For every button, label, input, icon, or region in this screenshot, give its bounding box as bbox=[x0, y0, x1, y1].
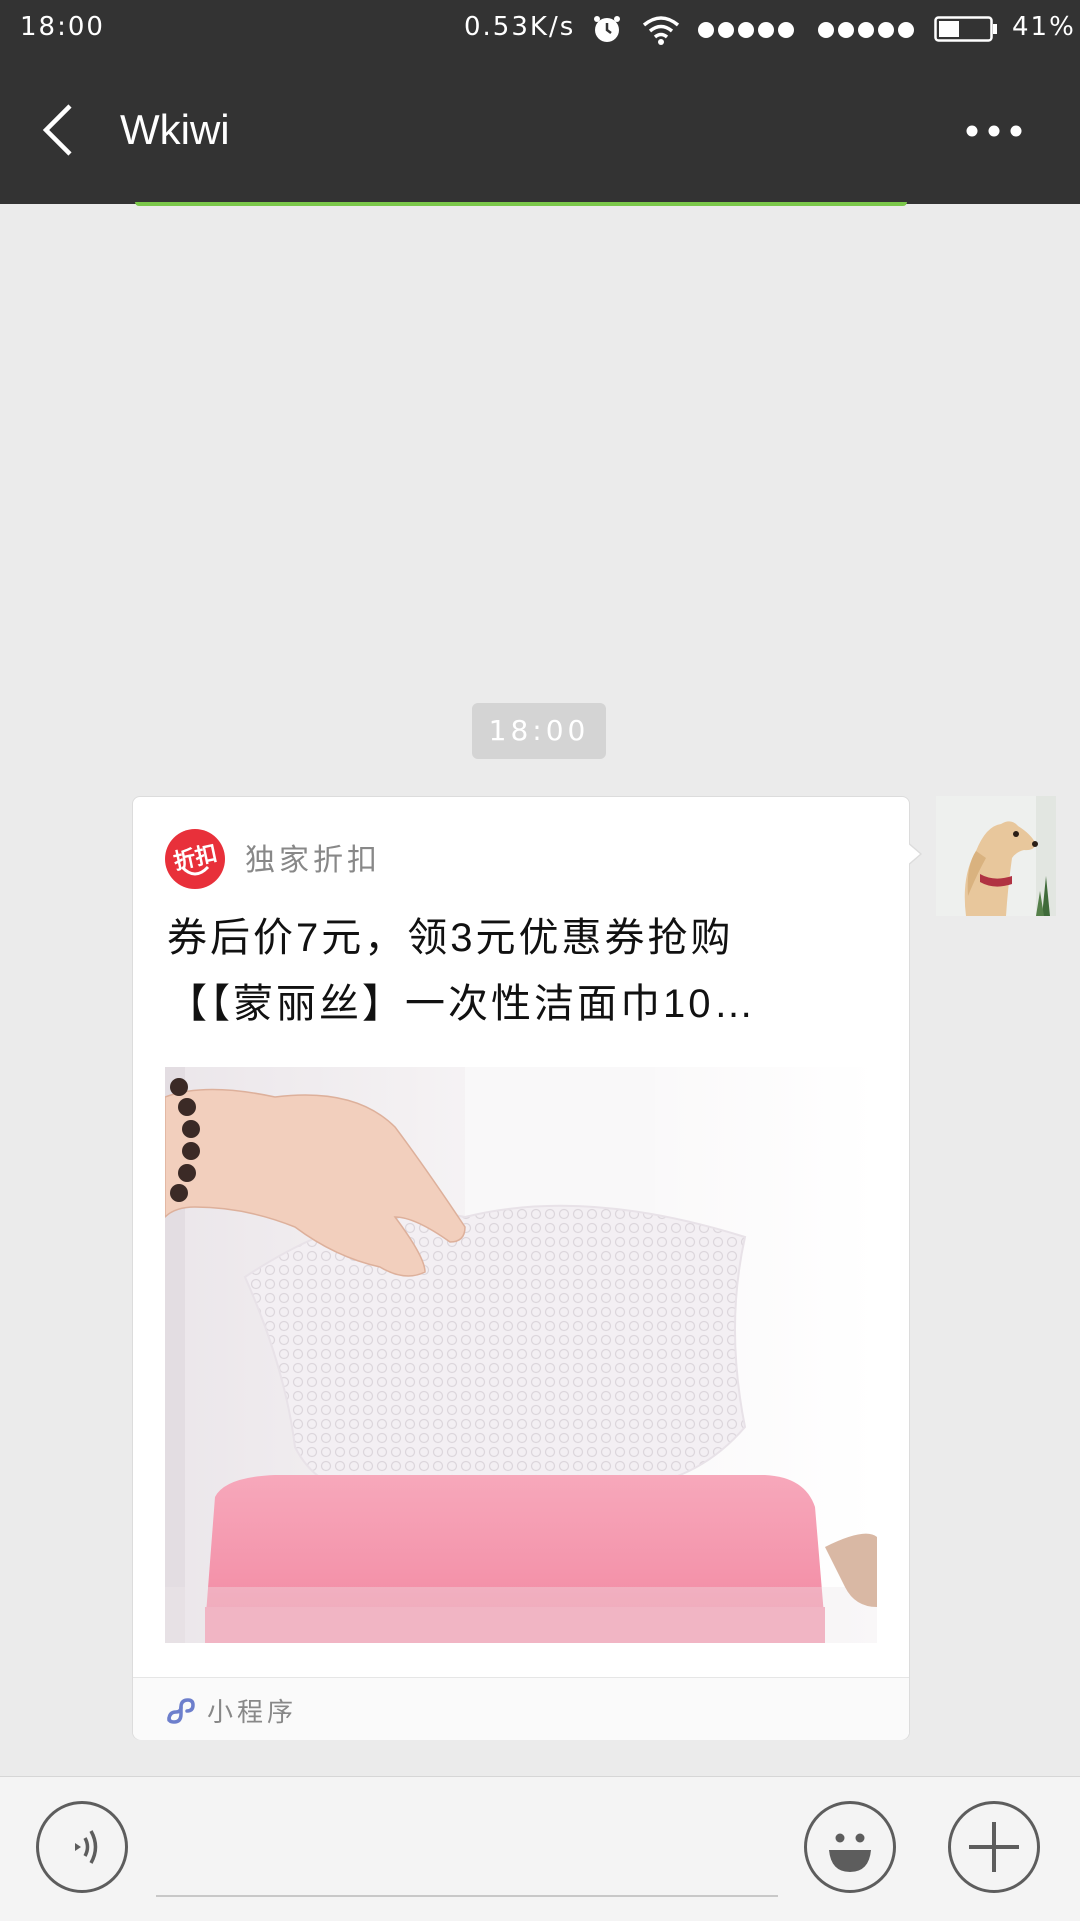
card-title-line: 【【蒙丽丝】一次性洁面巾10… bbox=[167, 982, 757, 1026]
plus-icon bbox=[969, 1822, 1019, 1872]
input-bar bbox=[0, 1776, 1080, 1921]
emoji-icon bbox=[829, 1833, 871, 1872]
signal-icon bbox=[698, 22, 794, 38]
chat-title: Wkiwi bbox=[120, 106, 230, 153]
previous-message-edge bbox=[135, 202, 907, 206]
avatar[interactable] bbox=[936, 796, 1056, 916]
emoji-button[interactable] bbox=[804, 1801, 896, 1893]
source-name: 独家折扣 bbox=[245, 844, 381, 877]
more-dots-icon[interactable] bbox=[964, 122, 1024, 140]
product-image bbox=[165, 1067, 877, 1643]
chat-timestamp: 18:00 bbox=[472, 703, 606, 759]
mini-program-card[interactable]: 折扣 独家折扣 券后价7元，领3元优惠券抢购 【【蒙丽丝】一次性洁面巾10… 小… bbox=[132, 796, 910, 1740]
battery-percent: 41% bbox=[1012, 12, 1076, 42]
alarm-icon bbox=[594, 16, 620, 42]
wifi-icon bbox=[642, 16, 680, 45]
network-speed: 0.53K/s bbox=[464, 12, 576, 42]
card-title-line: 券后价7元，领3元优惠券抢购 bbox=[167, 916, 734, 960]
nav-bar: Wkiwi bbox=[0, 56, 1080, 204]
source-logo: 折扣 bbox=[165, 829, 225, 889]
mini-program-label: 小程序 bbox=[207, 1697, 298, 1727]
chevron-left-icon[interactable] bbox=[36, 102, 80, 158]
status-bar: 18:00 0.53K/s 41% bbox=[0, 0, 1080, 56]
status-time: 18:00 bbox=[20, 12, 105, 42]
battery-icon bbox=[934, 16, 997, 42]
mini-program-icon bbox=[167, 1698, 195, 1724]
bubble-tail bbox=[906, 842, 920, 866]
plus-button[interactable] bbox=[948, 1801, 1040, 1893]
card-title: 券后价7元，领3元优惠券抢购 【【蒙丽丝】一次性洁面巾10… bbox=[167, 905, 879, 1037]
signal-icon bbox=[818, 22, 914, 38]
message-input[interactable] bbox=[156, 1895, 778, 1897]
voice-icon bbox=[75, 1830, 98, 1864]
card-footer: 小程序 bbox=[133, 1677, 909, 1740]
voice-button[interactable] bbox=[36, 1801, 128, 1893]
